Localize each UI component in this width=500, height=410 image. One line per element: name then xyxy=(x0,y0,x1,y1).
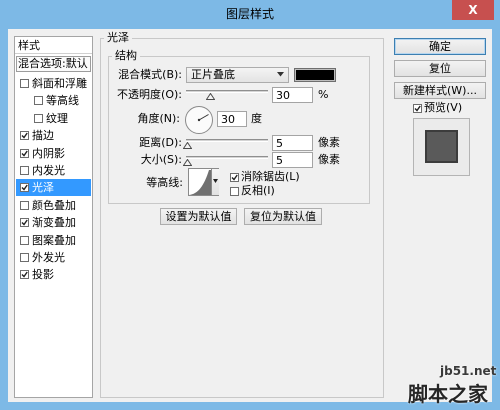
distance-label: 距离(D): xyxy=(139,136,182,149)
sidebar-item-pattern-overlay[interactable]: 图案叠加 xyxy=(16,232,91,249)
sidebar-item-texture[interactable]: 纹理 xyxy=(16,110,91,127)
sidebar-header-label: 样式 xyxy=(18,39,40,52)
sidebar-item-drop-shadow[interactable]: 投影 xyxy=(16,266,91,283)
chevron-down-icon xyxy=(213,179,218,183)
slider-thumb-icon[interactable] xyxy=(183,142,193,149)
contour-label: 等高线: xyxy=(146,176,183,189)
sidebar-item-label: 图案叠加 xyxy=(32,234,76,247)
satin-checkbox[interactable] xyxy=(20,183,29,192)
blend-mode-select[interactable]: 正片叠底 xyxy=(186,67,289,83)
sidebar-item-gradient-overlay[interactable]: 渐变叠加 xyxy=(16,214,91,231)
sidebar-item-label: 外发光 xyxy=(32,251,65,264)
sidebar-item-label: 渐变叠加 xyxy=(32,216,76,229)
close-button[interactable]: X xyxy=(452,0,494,20)
checkmark-icon xyxy=(414,105,421,112)
drop-shadow-checkbox[interactable] xyxy=(20,270,29,279)
sidebar-item-label: 光泽 xyxy=(32,181,54,194)
sidebar-item-inner-glow[interactable]: 内发光 xyxy=(16,162,91,179)
watermark-site: jb51.net xyxy=(440,364,497,378)
distance-input[interactable] xyxy=(272,135,313,151)
size-input[interactable] xyxy=(272,152,313,168)
invert-checkbox[interactable] xyxy=(230,187,239,196)
satin-group-title: 光泽 xyxy=(104,31,132,45)
sidebar-item-label: 混合选项:默认 xyxy=(18,57,88,70)
gradient-overlay-checkbox[interactable] xyxy=(20,218,29,227)
sidebar-item-label: 颜色叠加 xyxy=(32,199,76,212)
opacity-slider-track xyxy=(186,90,268,93)
preview-label[interactable]: 预览(V) xyxy=(424,100,462,116)
pattern-overlay-checkbox[interactable] xyxy=(20,236,29,245)
angle-dial[interactable] xyxy=(184,105,214,135)
inner-shadow-checkbox[interactable] xyxy=(20,149,29,158)
blend-mode-label: 混合模式(B): xyxy=(118,68,182,81)
outer-glow-checkbox[interactable] xyxy=(20,253,29,262)
chevron-down-icon xyxy=(277,72,284,77)
anti-alias-checkbox[interactable] xyxy=(230,173,239,182)
checkmark-icon xyxy=(231,174,238,181)
sidebar-item-blend-options[interactable]: 混合选项:默认 xyxy=(16,56,91,72)
sidebar-item-label: 内发光 xyxy=(32,164,65,177)
window-title: 图层样式 xyxy=(225,7,274,21)
sidebar-item-label: 等高线 xyxy=(46,94,79,107)
opacity-slider[interactable] xyxy=(186,90,268,101)
sidebar-item-label: 描边 xyxy=(32,129,54,142)
distance-slider[interactable] xyxy=(183,139,268,150)
sidebar-item-inner-shadow[interactable]: 内阴影 xyxy=(16,145,91,162)
sidebar-item-outer-glow[interactable]: 外发光 xyxy=(16,249,91,266)
opacity-unit: % xyxy=(318,88,329,101)
distance-slider-track xyxy=(186,139,268,142)
size-slider[interactable] xyxy=(183,156,268,167)
size-unit: 像素 xyxy=(318,153,340,166)
ok-button[interactable]: 确定 xyxy=(394,38,486,55)
slider-thumb-icon[interactable] xyxy=(206,93,216,100)
contour-dropdown-arrow[interactable] xyxy=(211,169,219,195)
satin-color-swatch[interactable] xyxy=(294,68,336,82)
checkmark-icon xyxy=(21,184,28,191)
contour-checkbox[interactable] xyxy=(34,96,43,105)
size-slider-track xyxy=(186,156,268,159)
checkmark-icon xyxy=(21,271,28,278)
style-preview-swatch xyxy=(425,130,458,163)
close-icon: X xyxy=(468,3,478,17)
sidebar-item-label: 纹理 xyxy=(46,112,68,125)
structure-group-title: 结构 xyxy=(112,49,140,63)
angle-unit: 度 xyxy=(251,112,262,125)
angle-input[interactable] xyxy=(217,111,247,127)
watermark-name: 脚本之家 xyxy=(408,382,488,406)
sidebar-item-label: 斜面和浮雕 xyxy=(32,77,87,90)
sidebar-item-label: 投影 xyxy=(32,268,54,281)
blend-mode-value: 正片叠底 xyxy=(191,68,235,81)
new-style-button[interactable]: 新建样式(W)... xyxy=(394,82,486,99)
texture-checkbox[interactable] xyxy=(34,114,43,123)
invert-label[interactable]: 反相(I) xyxy=(241,183,275,199)
color-overlay-checkbox[interactable] xyxy=(20,201,29,210)
inner-glow-checkbox[interactable] xyxy=(20,166,29,175)
slider-thumb-icon[interactable] xyxy=(183,159,193,166)
opacity-input[interactable] xyxy=(272,87,313,103)
sidebar-item-satin[interactable]: 光泽 xyxy=(16,179,91,196)
sidebar-item-contour[interactable]: 等高线 xyxy=(16,92,91,109)
sidebar-header-styles[interactable]: 样式 xyxy=(15,37,92,54)
checkmark-icon xyxy=(21,150,28,157)
layer-style-dialog: 图层样式 X 样式 混合选项:默认 斜面和浮雕 等高线 纹理 描边 内阴影 内发… xyxy=(0,0,500,410)
size-label: 大小(S): xyxy=(140,153,182,166)
preview-checkbox[interactable] xyxy=(413,104,422,113)
sidebar-item-label: 内阴影 xyxy=(32,147,65,160)
bevel-emboss-checkbox[interactable] xyxy=(20,79,29,88)
angle-label: 角度(N): xyxy=(137,112,180,125)
stroke-checkbox[interactable] xyxy=(20,131,29,140)
reset-button[interactable]: 复位 xyxy=(394,60,486,77)
contour-curve-icon xyxy=(189,170,211,195)
contour-picker[interactable] xyxy=(188,168,219,196)
sidebar-item-color-overlay[interactable]: 颜色叠加 xyxy=(16,197,91,214)
opacity-label: 不透明度(O): xyxy=(117,88,182,101)
set-as-default-button[interactable]: 设置为默认值 xyxy=(160,208,237,225)
sidebar-item-bevel-emboss[interactable]: 斜面和浮雕 xyxy=(16,75,91,92)
reset-to-default-button[interactable]: 复位为默认值 xyxy=(244,208,322,225)
distance-unit: 像素 xyxy=(318,136,340,149)
checkmark-icon xyxy=(21,219,28,226)
checkmark-icon xyxy=(21,132,28,139)
sidebar-item-stroke[interactable]: 描边 xyxy=(16,127,91,144)
